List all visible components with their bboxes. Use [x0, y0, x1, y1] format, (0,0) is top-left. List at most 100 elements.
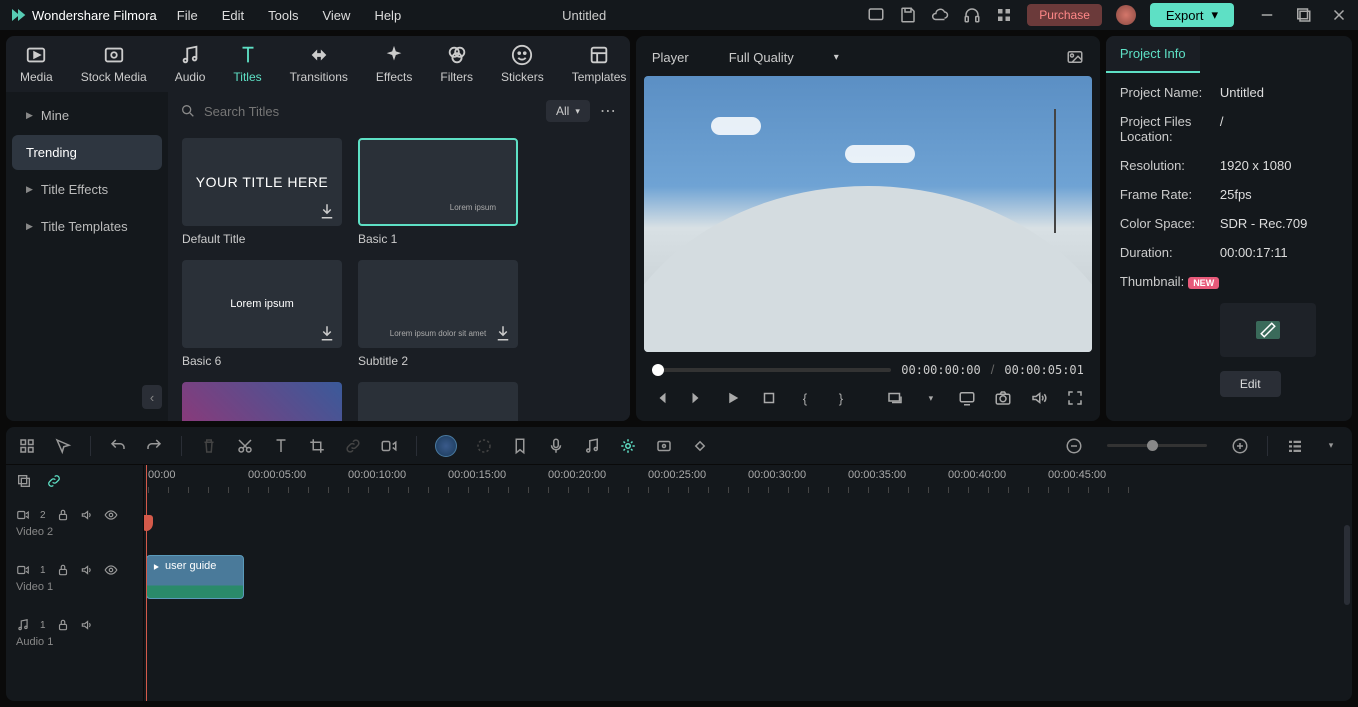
track-head-video1[interactable]: 1 Video 1 — [6, 549, 143, 607]
title-card-partial[interactable] — [358, 382, 518, 421]
lock-icon[interactable] — [56, 618, 70, 632]
menu-tools[interactable]: Tools — [268, 8, 298, 23]
mute-icon[interactable] — [80, 618, 94, 632]
lock-icon[interactable] — [56, 563, 70, 577]
apps-icon[interactable] — [995, 6, 1013, 24]
tab-media[interactable]: Media — [6, 44, 67, 84]
ai-tool-icon[interactable] — [619, 437, 637, 455]
trash-icon[interactable] — [200, 437, 218, 455]
quality-dropdown[interactable]: Full Quality▾ — [729, 50, 839, 65]
purchase-button[interactable]: Purchase — [1027, 4, 1102, 26]
menu-file[interactable]: File — [177, 8, 198, 23]
tab-audio[interactable]: Audio — [161, 44, 220, 84]
sidebar-item-trending[interactable]: Trending — [12, 135, 162, 170]
title-card-partial[interactable] — [182, 382, 342, 421]
chain-icon[interactable] — [46, 473, 62, 489]
more-icon[interactable]: ⋯ — [600, 101, 618, 121]
list-icon[interactable] — [1286, 437, 1304, 455]
prev-frame-icon[interactable] — [652, 389, 670, 407]
stack-icon[interactable] — [16, 473, 32, 489]
scrub-bar[interactable] — [652, 368, 891, 372]
edit-button[interactable]: Edit — [1220, 371, 1281, 397]
crop-icon[interactable] — [308, 437, 326, 455]
tab-templates[interactable]: Templates — [558, 44, 641, 84]
layout-icon[interactable] — [867, 6, 885, 24]
search-box[interactable] — [180, 103, 536, 119]
title-card-subtitle2[interactable]: Lorem ipsum dolor sit amet Subtitle 2 — [358, 260, 518, 368]
music-icon[interactable] — [583, 437, 601, 455]
render-icon[interactable] — [655, 437, 673, 455]
tab-stock-media[interactable]: Stock Media — [67, 44, 161, 84]
ratio-icon[interactable] — [886, 389, 904, 407]
track-lane-video1[interactable]: user guide — [144, 549, 1352, 607]
mic-icon[interactable] — [547, 437, 565, 455]
filter-dropdown[interactable]: All▾ — [546, 100, 590, 122]
text-icon[interactable] — [272, 437, 290, 455]
snapshot-icon[interactable] — [1066, 48, 1084, 66]
cut-icon[interactable] — [236, 437, 254, 455]
title-card-basic6[interactable]: Lorem ipsum Basic 6 — [182, 260, 342, 368]
search-input[interactable] — [204, 104, 536, 119]
chevron-down-icon[interactable]: ▾ — [922, 389, 940, 407]
tab-stickers[interactable]: Stickers — [487, 44, 558, 84]
project-info-tab[interactable]: Project Info — [1106, 36, 1200, 73]
mute-icon[interactable] — [80, 563, 94, 577]
maximize-icon[interactable] — [1294, 6, 1312, 24]
video-clip[interactable]: user guide — [146, 555, 244, 599]
timeline-ruler[interactable]: 00:0000:00:05:0000:00:10:0000:00:15:0000… — [144, 465, 1352, 497]
eye-icon[interactable] — [104, 508, 118, 522]
chevron-down-icon[interactable]: ▾ — [1322, 437, 1340, 455]
ai-chip-icon[interactable] — [435, 435, 457, 457]
stop-icon[interactable] — [760, 389, 778, 407]
timeline-scrollbar[interactable] — [1344, 525, 1350, 605]
mark-out-icon[interactable]: } — [832, 389, 850, 407]
tab-effects[interactable]: Effects — [362, 44, 426, 84]
track-head-video2[interactable]: 2 Video 2 — [6, 497, 143, 549]
bookmark-icon[interactable] — [511, 437, 529, 455]
scrub-handle[interactable] — [652, 364, 664, 376]
export-button[interactable]: Export ▾ — [1150, 3, 1234, 27]
redo-icon[interactable] — [145, 437, 163, 455]
headphones-icon[interactable] — [963, 6, 981, 24]
tab-titles[interactable]: Titles — [219, 44, 275, 84]
save-icon[interactable] — [899, 6, 917, 24]
cloud-icon[interactable] — [931, 6, 949, 24]
timeline-content[interactable]: 00:0000:00:05:0000:00:10:0000:00:15:0000… — [144, 465, 1352, 701]
minimize-icon[interactable] — [1258, 6, 1276, 24]
title-card-default[interactable]: YOUR TITLE HERE Default Title — [182, 138, 342, 246]
title-card-basic1[interactable]: Lorem ipsum Basic 1 — [358, 138, 518, 246]
play-icon[interactable] — [724, 389, 742, 407]
zoom-in-icon[interactable] — [1231, 437, 1249, 455]
volume-icon[interactable] — [1030, 389, 1048, 407]
zoom-handle[interactable] — [1147, 440, 1158, 451]
zoom-out-icon[interactable] — [1065, 437, 1083, 455]
video-preview[interactable] — [644, 76, 1092, 352]
link-icon[interactable] — [344, 437, 362, 455]
playhead[interactable] — [146, 465, 147, 701]
sidebar-item-title-templates[interactable]: ▶Title Templates — [12, 209, 162, 244]
play-next-icon[interactable] — [688, 389, 706, 407]
undo-icon[interactable] — [109, 437, 127, 455]
download-icon[interactable] — [318, 324, 336, 342]
sidebar-collapse-button[interactable]: ‹ — [142, 385, 162, 409]
display-icon[interactable] — [958, 389, 976, 407]
tab-transitions[interactable]: Transitions — [276, 44, 362, 84]
camera-icon[interactable] — [994, 389, 1012, 407]
fullscreen-icon[interactable] — [1066, 389, 1084, 407]
mute-icon[interactable] — [80, 508, 94, 522]
sidebar-item-title-effects[interactable]: ▶Title Effects — [12, 172, 162, 207]
speed-icon[interactable] — [380, 437, 398, 455]
grid-icon[interactable] — [18, 437, 36, 455]
sidebar-item-mine[interactable]: ▶Mine — [12, 98, 162, 133]
close-icon[interactable] — [1330, 6, 1348, 24]
thumbnail-preview[interactable] — [1220, 303, 1316, 357]
eye-icon[interactable] — [104, 563, 118, 577]
menu-edit[interactable]: Edit — [222, 8, 244, 23]
track-head-audio1[interactable]: 1 Audio 1 — [6, 607, 143, 659]
track-lane-audio1[interactable] — [144, 607, 1352, 659]
download-icon[interactable] — [318, 202, 336, 220]
keyframe-icon[interactable] — [691, 437, 709, 455]
zoom-slider[interactable] — [1107, 444, 1207, 447]
track-lane-video2[interactable] — [144, 497, 1352, 549]
lock-icon[interactable] — [56, 508, 70, 522]
